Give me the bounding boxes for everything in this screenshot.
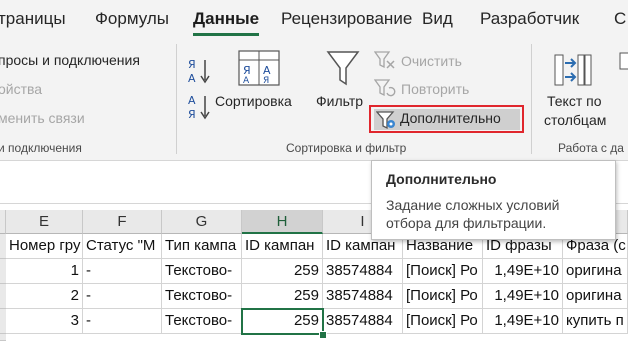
reapply-button[interactable]: Повторить [401,81,469,97]
table-cell[interactable]: 38574884 [323,309,403,334]
clear-button[interactable]: Очистить [401,53,462,69]
tab-help[interactable]: С [614,9,626,29]
advanced-filter-icon [376,111,395,130]
clear-filter-icon [374,51,395,69]
table-cell[interactable]: оригина [563,259,628,284]
fill-handle[interactable] [319,331,327,339]
table-cell[interactable]: 38574884 [323,284,403,309]
group-separator [176,44,177,154]
svg-text:Я: Я [188,108,196,121]
column-header-f[interactable]: F [83,210,162,234]
table-header-cell[interactable]: Номер гру [6,234,83,259]
table-cell[interactable]: - [83,309,162,334]
sort-az-icon[interactable]: Я А [186,56,212,86]
table-cell[interactable]: 2 [6,284,83,309]
table-header-cell[interactable]: Статус "М [83,234,162,259]
filter-icon[interactable] [325,48,361,88]
edit-links-button[interactable]: менить связи [0,110,85,126]
active-tab-indicator [193,33,259,36]
table-cell[interactable]: Текстово- [162,284,242,309]
sort-button[interactable]: Сортировка [215,93,292,109]
tab-review[interactable]: Рецензирование [281,9,412,29]
table-cell[interactable]: оригина [563,284,628,309]
svg-text:Я: Я [263,76,269,86]
text-to-columns-icon[interactable] [553,53,593,89]
row-header[interactable] [0,334,6,341]
tab-data[interactable]: Данные [193,9,259,29]
svg-text:Я: Я [188,58,196,71]
advanced-filter-button[interactable]: Дополнительно [369,105,524,133]
table-cell[interactable]: 38574884 [323,259,403,284]
table-header-cell[interactable]: ID кампан [242,234,323,259]
table-cell[interactable]: - [83,284,162,309]
table-cell[interactable]: 259 [242,284,323,309]
reapply-icon [374,79,396,97]
properties-button[interactable]: ойства [0,81,42,97]
table-cell[interactable]: 259 [242,259,323,284]
svg-text:А: А [188,72,196,85]
sort-icon[interactable]: Я А А Я [236,48,282,88]
advanced-label: Дополнительно [400,110,501,126]
ribbon: просы и подключения ойства менить связи … [0,38,628,161]
table-header-cell[interactable]: Тип кампа [162,234,242,259]
tab-formulas[interactable]: Формулы [95,9,169,29]
table-cell[interactable]: Текстово- [162,259,242,284]
table-cell[interactable]: Текстово- [162,309,242,334]
tooltip-body: Задание сложных условий отбора для фильт… [386,197,560,231]
table-cell[interactable]: [Поиск] Ро [403,284,483,309]
active-cell-border [241,308,324,335]
tab-view[interactable]: Вид [422,9,453,29]
group-label-data-tools: Работа с да [558,141,624,155]
queries-connections-button[interactable]: просы и подключения [0,52,140,68]
sort-za-icon[interactable]: А Я [186,92,212,122]
table-cell[interactable]: 1,49E+10 [483,259,563,284]
text-to-columns-line2[interactable]: столбцам [544,112,606,128]
data-tool-icon[interactable] [619,51,628,71]
table-cell[interactable]: 1,49E+10 [483,284,563,309]
filter-button[interactable]: Фильтр [316,93,363,109]
table-cell[interactable]: купить п [563,309,628,334]
table-cell[interactable]: 3 [6,309,83,334]
group-label-sort-filter: Сортировка и фильтр [286,141,407,155]
table-cell[interactable]: [Поиск] Ро [403,259,483,284]
table-cell[interactable]: - [83,259,162,284]
group-label-queries: и подключения [0,141,82,155]
column-header-h[interactable]: H [242,210,323,234]
tooltip-title: Дополнительно [386,171,497,187]
ribbon-tabs: траницы Формулы Данные Рецензирование Ви… [0,0,628,38]
table-cell[interactable]: [Поиск] Ро [403,309,483,334]
table-cell[interactable]: 1 [6,259,83,284]
tab-page-layout[interactable]: траницы [0,9,66,29]
table-cell[interactable]: 1,49E+10 [483,309,563,334]
group-separator [531,44,532,154]
tooltip: Дополнительно Задание сложных условий от… [371,160,616,240]
svg-text:А: А [243,76,250,86]
text-to-columns-line1[interactable]: Текст по [547,93,602,109]
svg-text:А: А [188,94,196,107]
column-header-e[interactable]: E [6,210,83,234]
column-header-g[interactable]: G [162,210,242,234]
tab-developer[interactable]: Разработчик [480,9,579,29]
